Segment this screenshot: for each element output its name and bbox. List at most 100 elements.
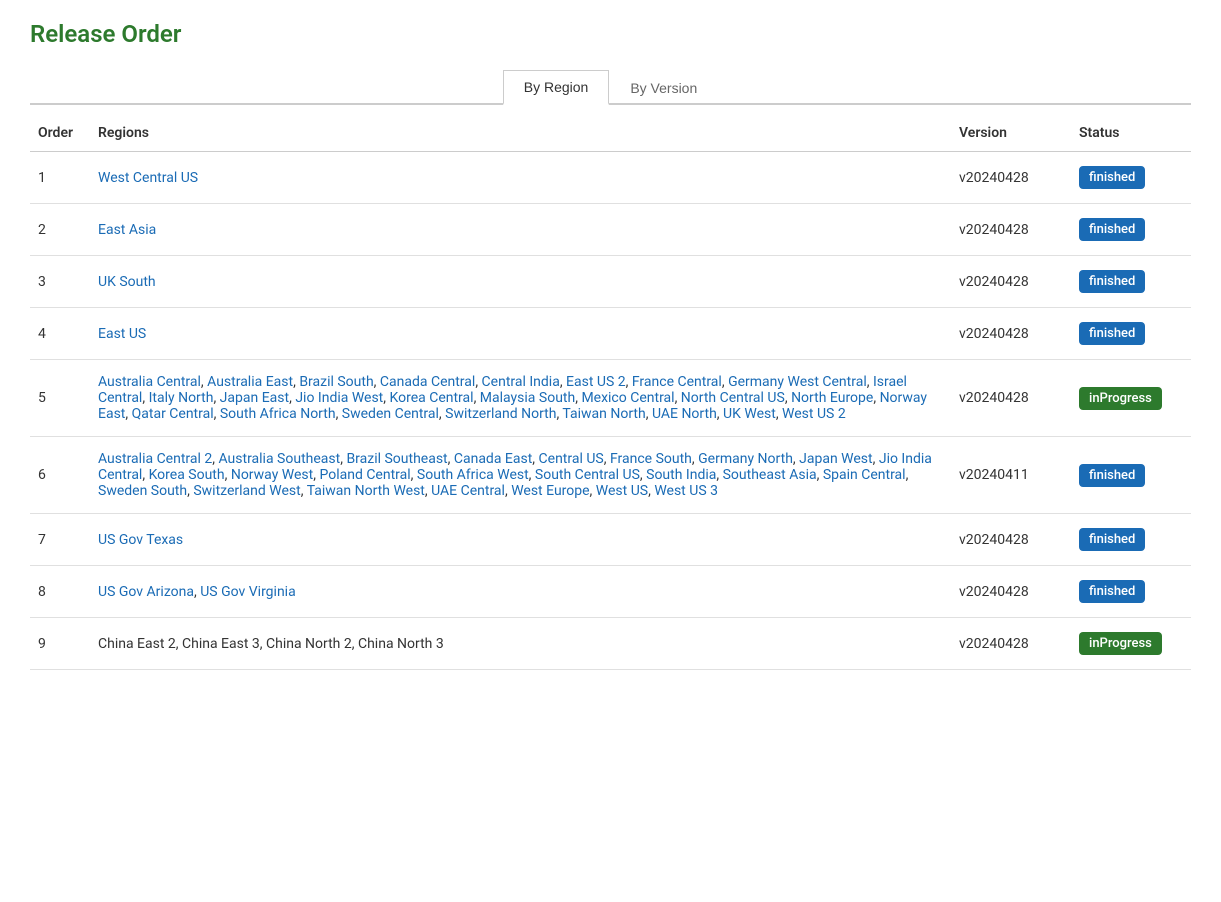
region-link[interactable]: Malaysia South bbox=[480, 390, 575, 406]
col-header-regions: Regions bbox=[90, 115, 951, 152]
region-link[interactable]: Australia East bbox=[207, 374, 293, 390]
cell-order: 1 bbox=[30, 152, 90, 204]
col-header-status: Status bbox=[1071, 115, 1191, 152]
order-number: 5 bbox=[38, 390, 46, 406]
tab-by-version[interactable]: By Version bbox=[609, 70, 718, 105]
region-link[interactable]: UK South bbox=[98, 274, 156, 290]
region-link[interactable]: South Central US bbox=[535, 467, 640, 483]
region-link[interactable]: Korea Central bbox=[390, 390, 474, 406]
region-link[interactable]: Germany West Central bbox=[728, 374, 867, 390]
cell-status: finished bbox=[1071, 204, 1191, 256]
col-header-version: Version bbox=[951, 115, 1071, 152]
cell-order: 2 bbox=[30, 204, 90, 256]
table-header-row: Order Regions Version Status bbox=[30, 115, 1191, 152]
cell-status: finished bbox=[1071, 514, 1191, 566]
cell-regions: Australia Central 2, Australia Southeast… bbox=[90, 437, 951, 514]
region-link[interactable]: Australia Central bbox=[98, 374, 201, 390]
region-link[interactable]: Korea South bbox=[149, 467, 225, 483]
order-number: 3 bbox=[38, 274, 46, 290]
region-link[interactable]: South Africa West bbox=[417, 467, 529, 483]
status-badge: finished bbox=[1079, 218, 1145, 241]
order-number: 8 bbox=[38, 584, 46, 600]
region-link[interactable]: East US 2 bbox=[566, 374, 626, 390]
region-link[interactable]: West Europe bbox=[511, 483, 589, 499]
region-link[interactable]: Qatar Central bbox=[132, 406, 214, 422]
cell-regions: East US bbox=[90, 308, 951, 360]
cell-status: inProgress bbox=[1071, 360, 1191, 437]
status-badge: inProgress bbox=[1079, 632, 1162, 655]
region-link[interactable]: West US 3 bbox=[654, 483, 718, 499]
region-link[interactable]: Taiwan North West bbox=[307, 483, 425, 499]
region-link[interactable]: North Central US bbox=[681, 390, 785, 406]
region-link[interactable]: East US bbox=[98, 326, 146, 342]
region-link[interactable]: Central US bbox=[539, 451, 604, 467]
table-row: 5Australia Central, Australia East, Braz… bbox=[30, 360, 1191, 437]
region-link[interactable]: US Gov Arizona bbox=[98, 584, 194, 600]
order-number: 2 bbox=[38, 222, 46, 238]
region-link[interactable]: South Africa North bbox=[220, 406, 336, 422]
col-header-order: Order bbox=[30, 115, 90, 152]
region-link[interactable]: West US bbox=[596, 483, 648, 499]
region-link[interactable]: US Gov Texas bbox=[98, 532, 183, 548]
region-link[interactable]: West US 2 bbox=[782, 406, 846, 422]
cell-version: v20240428 bbox=[951, 308, 1071, 360]
region-link[interactable]: UK West bbox=[723, 406, 776, 422]
cell-regions: China East 2, China East 3, China North … bbox=[90, 618, 951, 670]
tab-by-region[interactable]: By Region bbox=[503, 70, 610, 105]
region-link[interactable]: Jio India West bbox=[295, 390, 383, 406]
status-badge: finished bbox=[1079, 464, 1145, 487]
version-value: v20240411 bbox=[959, 467, 1029, 483]
region-link[interactable]: US Gov Virginia bbox=[200, 584, 295, 600]
table-row: 7 US Gov Texas v20240428finished bbox=[30, 514, 1191, 566]
region-link[interactable]: South India bbox=[646, 467, 716, 483]
cell-order: 6 bbox=[30, 437, 90, 514]
region-link[interactable]: France Central bbox=[632, 374, 722, 390]
region-link[interactable]: Japan West bbox=[799, 451, 872, 467]
cell-regions: US Gov Texas bbox=[90, 514, 951, 566]
region-link[interactable]: Canada East bbox=[454, 451, 532, 467]
region-link[interactable]: Sweden Central bbox=[342, 406, 439, 422]
order-number: 6 bbox=[38, 467, 46, 483]
region-link[interactable]: Spain Central bbox=[823, 467, 906, 483]
order-number: 4 bbox=[38, 326, 46, 342]
region-link[interactable]: UAE North bbox=[652, 406, 717, 422]
cell-order: 9 bbox=[30, 618, 90, 670]
region-link[interactable]: Norway West bbox=[231, 467, 313, 483]
region-link[interactable]: North Europe bbox=[791, 390, 873, 406]
order-number: 7 bbox=[38, 532, 46, 548]
table-row: 3UK Southv20240428finished bbox=[30, 256, 1191, 308]
cell-version: v20240428 bbox=[951, 514, 1071, 566]
region-link[interactable]: Taiwan North bbox=[562, 406, 645, 422]
region-link[interactable]: Southeast Asia bbox=[723, 467, 817, 483]
version-value: v20240428 bbox=[959, 390, 1029, 406]
region-link[interactable]: West Central US bbox=[98, 170, 198, 186]
cell-status: finished bbox=[1071, 256, 1191, 308]
region-link[interactable]: Brazil Southeast bbox=[346, 451, 447, 467]
cell-status: finished bbox=[1071, 437, 1191, 514]
version-value: v20240428 bbox=[959, 222, 1029, 238]
cell-status: inProgress bbox=[1071, 618, 1191, 670]
region-link[interactable]: Australia Central 2 bbox=[98, 451, 212, 467]
cell-order: 3 bbox=[30, 256, 90, 308]
region-link[interactable]: Mexico Central bbox=[581, 390, 674, 406]
table-row: 1West Central USv20240428finished bbox=[30, 152, 1191, 204]
region-link[interactable]: East Asia bbox=[98, 222, 156, 238]
region-link[interactable]: France South bbox=[610, 451, 692, 467]
cell-regions: East Asia bbox=[90, 204, 951, 256]
region-link[interactable]: Switzerland North bbox=[445, 406, 556, 422]
region-link[interactable]: Sweden South bbox=[98, 483, 187, 499]
region-link[interactable]: Central India bbox=[482, 374, 560, 390]
region-link[interactable]: Poland Central bbox=[319, 467, 410, 483]
region-link[interactable]: Italy North bbox=[149, 390, 214, 406]
table-row: 9China East 2, China East 3, China North… bbox=[30, 618, 1191, 670]
region-link[interactable]: Switzerland West bbox=[193, 483, 300, 499]
cell-version: v20240411 bbox=[951, 437, 1071, 514]
region-link[interactable]: Japan East bbox=[220, 390, 289, 406]
region-link[interactable]: Brazil South bbox=[299, 374, 373, 390]
cell-version: v20240428 bbox=[951, 566, 1071, 618]
region-link[interactable]: Canada Central bbox=[380, 374, 475, 390]
region-link[interactable]: Germany North bbox=[698, 451, 793, 467]
cell-order: 5 bbox=[30, 360, 90, 437]
region-link[interactable]: Australia Southeast bbox=[218, 451, 340, 467]
region-link[interactable]: UAE Central bbox=[431, 483, 505, 499]
